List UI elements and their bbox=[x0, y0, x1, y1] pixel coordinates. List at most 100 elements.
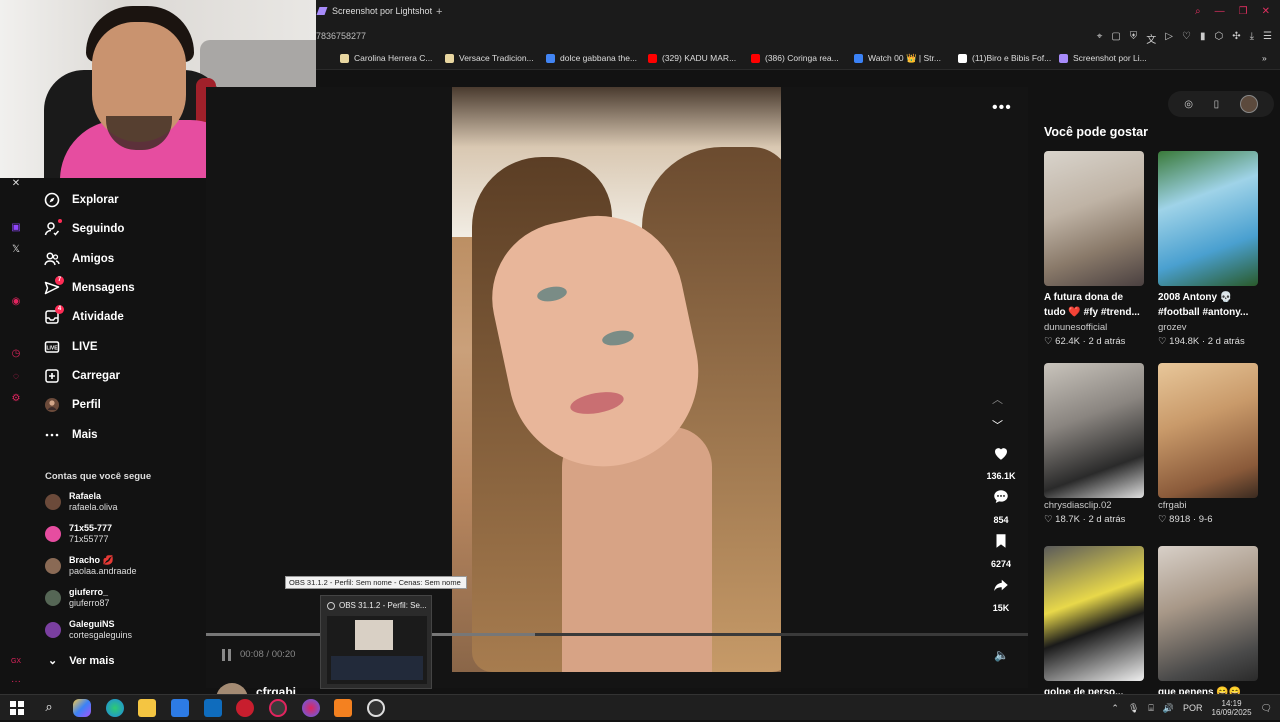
nav-item-live[interactable]: LIVE LIVE bbox=[44, 336, 98, 358]
close-window-icon[interactable]: ✕ bbox=[1262, 6, 1270, 17]
translate-icon[interactable]: 文 bbox=[1146, 31, 1156, 46]
language-indicator[interactable]: POR bbox=[1183, 703, 1203, 713]
file-explorer-icon[interactable] bbox=[138, 699, 156, 717]
recommendation-card[interactable]: A futura dona de tudo ❤️ #fy #trend... du… bbox=[1044, 151, 1144, 348]
video-thumbnail[interactable] bbox=[1158, 151, 1258, 286]
video-author[interactable]: chrysdiasclip.02 bbox=[1044, 499, 1144, 512]
see-more-button[interactable]: ⌄ Ver mais bbox=[48, 654, 114, 668]
chevron-up-icon[interactable]: ⌃ bbox=[1111, 703, 1119, 714]
chat-icon[interactable]: ◌ bbox=[10, 371, 22, 383]
followed-account[interactable]: Rafaela rafaela.oliva bbox=[45, 489, 118, 515]
outlook-icon[interactable] bbox=[204, 699, 222, 717]
shield-icon[interactable]: ⛨ bbox=[1130, 31, 1138, 46]
edge-icon[interactable] bbox=[106, 699, 124, 717]
recommendation-card[interactable]: que penens 😄😄 bbox=[1158, 546, 1258, 700]
compass-icon[interactable]: ◎ bbox=[1184, 99, 1193, 110]
store-icon[interactable] bbox=[171, 699, 189, 717]
new-tab-button[interactable]: + bbox=[436, 6, 442, 18]
nav-item-explorar[interactable]: Explorar bbox=[44, 189, 119, 211]
nav-item-carregar[interactable]: Carregar bbox=[44, 365, 120, 387]
more-dots-icon[interactable]: ··· bbox=[10, 676, 22, 688]
close-icon[interactable]: ✕ bbox=[10, 178, 22, 190]
gx-icon[interactable]: GX bbox=[10, 656, 22, 668]
heart-icon[interactable]: ♡ bbox=[1182, 31, 1191, 46]
next-video-icon[interactable]: ﹀ bbox=[992, 417, 1003, 433]
phone-icon[interactable]: ▯ bbox=[1214, 99, 1220, 110]
recommendation-card[interactable]: cfrgabi ♡ 8918 · 9-6 bbox=[1158, 363, 1258, 526]
volume-icon[interactable]: 🔈 bbox=[994, 648, 1009, 662]
like-button[interactable]: 136.1K bbox=[982, 444, 1020, 481]
cube-icon[interactable]: ⬡ bbox=[1214, 31, 1223, 46]
nav-item-mais[interactable]: Mais bbox=[44, 424, 98, 446]
download-icon[interactable]: ⤓ bbox=[1250, 31, 1254, 46]
opera-gx-icon[interactable] bbox=[236, 699, 254, 717]
bookmark-item[interactable]: (329) KADU MAR... bbox=[648, 53, 736, 63]
video-thumbnail[interactable] bbox=[1158, 363, 1258, 498]
followed-account[interactable]: GaleguiNS cortesgaleguins bbox=[45, 617, 132, 643]
more-bookmarks-button[interactable]: » bbox=[1262, 53, 1267, 63]
windows-start-icon[interactable] bbox=[8, 699, 26, 717]
bookmark-item[interactable]: dolce gabbana the... bbox=[546, 53, 637, 63]
search-tabs-icon[interactable]: ⌕ bbox=[1195, 6, 1201, 17]
speaker-icon[interactable]: 🔊 bbox=[1163, 703, 1174, 714]
twitch-icon[interactable]: ▣ bbox=[10, 222, 22, 234]
app-icon[interactable] bbox=[334, 699, 352, 717]
followed-account[interactable]: giuferro_ giuferro87 bbox=[45, 585, 110, 611]
bookmark-item[interactable]: (11)Biro e Bibis Fof... bbox=[958, 53, 1051, 63]
nav-item-perfil[interactable]: Perfil bbox=[44, 394, 101, 416]
puzzle-icon[interactable]: ✣ bbox=[1232, 31, 1240, 46]
nav-item-amigos[interactable]: Amigos bbox=[44, 248, 114, 270]
minimize-icon[interactable]: — bbox=[1215, 6, 1225, 17]
video-author[interactable]: dununesofficial bbox=[1044, 321, 1144, 334]
clock-icon[interactable]: ◷ bbox=[10, 348, 22, 360]
followed-account[interactable]: Bracho 💋 paolaa.andraade bbox=[45, 553, 137, 579]
recommendation-card[interactable]: golpe de perso... bbox=[1044, 546, 1144, 700]
copilot-icon[interactable] bbox=[73, 699, 91, 717]
previous-video-icon[interactable]: ︿ bbox=[992, 391, 1003, 407]
url-text[interactable]: 7836758277 bbox=[316, 31, 366, 41]
extension-icon[interactable]: ▮ bbox=[1200, 31, 1206, 46]
video-author[interactable]: grozev bbox=[1158, 321, 1258, 334]
recommendation-card[interactable]: 2008 Antony 💀 #football #antony... grozev… bbox=[1158, 151, 1258, 348]
bookmark-item[interactable]: Watch 00 👑 | Str... bbox=[854, 53, 941, 64]
recommendation-card[interactable]: chrysdiasclip.02 ♡ 18.7K · 2 d atrás bbox=[1044, 363, 1144, 526]
video-title[interactable]: 2008 Antony 💀 #football #antony... bbox=[1158, 290, 1258, 320]
clock[interactable]: 14:19 16/09/2025 bbox=[1212, 699, 1252, 717]
video-thumbnail[interactable] bbox=[1044, 363, 1144, 498]
settings-icon[interactable]: ⚙ bbox=[10, 393, 22, 405]
user-avatar[interactable] bbox=[1239, 95, 1258, 113]
save-button[interactable]: 6274 bbox=[982, 532, 1020, 569]
video-thumbnail[interactable] bbox=[1158, 546, 1258, 681]
search-icon[interactable]: ⌕ bbox=[40, 699, 58, 717]
menu-icon[interactable]: ☰ bbox=[1263, 31, 1272, 46]
play-circle-icon[interactable]: ◉ bbox=[10, 296, 22, 308]
bookmark-item[interactable]: (386) Coringa rea... bbox=[751, 53, 839, 63]
bookmark-item[interactable]: Screenshot por Li... bbox=[1059, 53, 1147, 63]
opera-icon[interactable] bbox=[269, 699, 287, 717]
pin-icon[interactable]: ⌖ bbox=[1097, 31, 1103, 46]
share-button[interactable]: 15K bbox=[982, 576, 1020, 613]
video-thumbnail[interactable] bbox=[1044, 151, 1144, 286]
nav-item-mensagens[interactable]: 7 Mensagens bbox=[44, 276, 135, 299]
nav-item-seguindo[interactable]: Seguindo bbox=[44, 218, 124, 240]
video-frame[interactable] bbox=[452, 87, 781, 672]
nav-item-atividade[interactable]: 4 Atividade bbox=[44, 305, 124, 328]
x-icon[interactable]: 𝕏 bbox=[10, 244, 22, 256]
maximize-icon[interactable]: ❐ bbox=[1239, 6, 1248, 17]
video-title[interactable]: A futura dona de tudo ❤️ #fy #trend... bbox=[1044, 290, 1144, 320]
notifications-icon[interactable]: 🗨 bbox=[1261, 703, 1272, 714]
obs-taskbar-preview[interactable]: OBS 31.1.2 - Perfil: Se... bbox=[320, 595, 432, 689]
bookmark-item[interactable]: Carolina Herrera C... bbox=[340, 53, 432, 63]
browser-tab[interactable]: Screenshot por Lightshot bbox=[316, 6, 432, 16]
video-author[interactable]: cfrgabi bbox=[1158, 499, 1258, 512]
followed-account[interactable]: 71x55-777 71x55777 bbox=[45, 521, 112, 547]
more-options-icon[interactable]: ••• bbox=[992, 99, 1012, 117]
network-icon[interactable]: ⌸ bbox=[1148, 703, 1153, 714]
video-thumbnail[interactable] bbox=[1044, 546, 1144, 681]
mic-icon[interactable]: 🎙 bbox=[1128, 703, 1139, 714]
bookmark-item[interactable]: Versace Tradicion... bbox=[445, 53, 534, 63]
discord-icon[interactable] bbox=[302, 699, 320, 717]
obs-taskbar-icon[interactable] bbox=[367, 699, 385, 717]
comment-button[interactable]: 854 bbox=[982, 488, 1020, 525]
play-icon[interactable]: ▷ bbox=[1165, 31, 1173, 46]
